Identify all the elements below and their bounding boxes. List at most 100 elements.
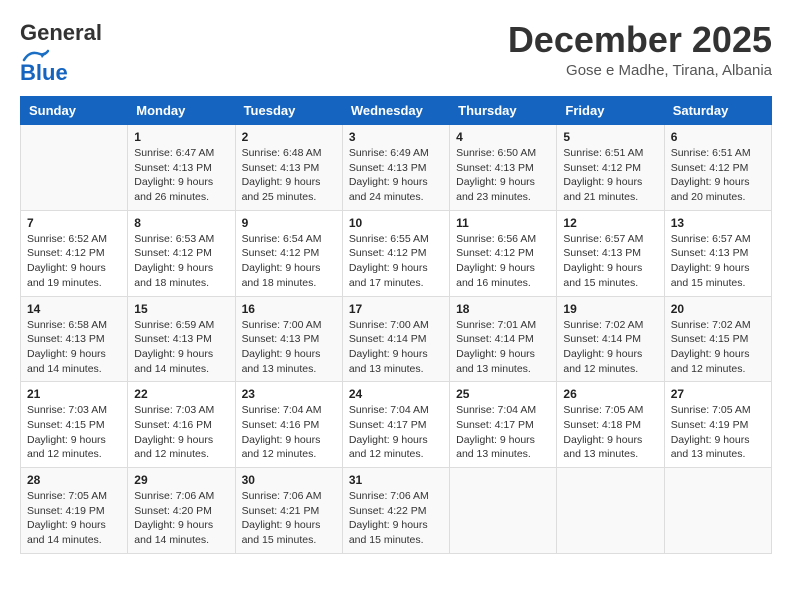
- day-info: Sunrise: 7:05 AMSunset: 4:19 PMDaylight:…: [27, 489, 121, 548]
- day-number: 25: [456, 387, 550, 401]
- day-info: Sunrise: 7:06 AMSunset: 4:22 PMDaylight:…: [349, 489, 443, 548]
- weekday-header-friday: Friday: [557, 97, 664, 125]
- day-number: 3: [349, 130, 443, 144]
- logo-bird-icon: [20, 46, 52, 64]
- day-cell: 15 Sunrise: 6:59 AMSunset: 4:13 PMDayligh…: [128, 296, 235, 382]
- day-number: 20: [671, 302, 765, 316]
- day-cell: 5 Sunrise: 6:51 AMSunset: 4:12 PMDaylight…: [557, 125, 664, 211]
- calendar-body: 1 Sunrise: 6:47 AMSunset: 4:13 PMDaylight…: [21, 125, 772, 554]
- day-info: Sunrise: 6:50 AMSunset: 4:13 PMDaylight:…: [456, 146, 550, 205]
- calendar: SundayMondayTuesdayWednesdayThursdayFrid…: [20, 96, 772, 554]
- day-info: Sunrise: 6:55 AMSunset: 4:12 PMDaylight:…: [349, 232, 443, 291]
- day-number: 1: [134, 130, 228, 144]
- day-info: Sunrise: 7:02 AMSunset: 4:14 PMDaylight:…: [563, 318, 657, 377]
- day-info: Sunrise: 6:56 AMSunset: 4:12 PMDaylight:…: [456, 232, 550, 291]
- day-cell: 14Sunrise: 6:58 AMSunset: 4:13 PMDayligh…: [21, 296, 128, 382]
- day-info: Sunrise: 6:59 AMSunset: 4:13 PMDaylight:…: [134, 318, 228, 377]
- day-number: 4: [456, 130, 550, 144]
- day-cell: [664, 468, 771, 554]
- location: Gose e Madhe, Tirana, Albania: [508, 62, 772, 79]
- day-cell: 24 Sunrise: 7:04 AMSunset: 4:17 PMDayligh…: [342, 382, 449, 468]
- day-info: Sunrise: 7:03 AMSunset: 4:16 PMDaylight:…: [134, 403, 228, 462]
- day-number: 21: [27, 387, 121, 401]
- day-number: 27: [671, 387, 765, 401]
- day-number: 19: [563, 302, 657, 316]
- day-cell: 16Sunrise: 7:00 AMSunset: 4:13 PMDayligh…: [235, 296, 342, 382]
- week-row-2: 7 Sunrise: 6:52 AMSunset: 4:12 PMDaylight…: [21, 210, 772, 296]
- week-row-4: 21 Sunrise: 7:03 AMSunset: 4:15 PMDayligh…: [21, 382, 772, 468]
- weekday-header-monday: Monday: [128, 97, 235, 125]
- day-cell: 19 Sunrise: 7:02 AMSunset: 4:14 PMDayligh…: [557, 296, 664, 382]
- day-info: Sunrise: 6:54 AMSunset: 4:12 PMDaylight:…: [242, 232, 336, 291]
- day-number: 28: [27, 473, 121, 487]
- day-number: 15: [134, 302, 228, 316]
- day-info: Sunrise: 6:58 AMSunset: 4:13 PMDaylight:…: [27, 318, 121, 377]
- day-cell: 13 Sunrise: 6:57 AMSunset: 4:13 PMDayligh…: [664, 210, 771, 296]
- day-number: 23: [242, 387, 336, 401]
- weekday-header-saturday: Saturday: [664, 97, 771, 125]
- day-cell: 27Sunrise: 7:05 AMSunset: 4:19 PMDayligh…: [664, 382, 771, 468]
- day-cell: 8 Sunrise: 6:53 AMSunset: 4:12 PMDaylight…: [128, 210, 235, 296]
- day-number: 18: [456, 302, 550, 316]
- day-number: 26: [563, 387, 657, 401]
- day-info: Sunrise: 6:52 AMSunset: 4:12 PMDaylight:…: [27, 232, 121, 291]
- day-number: 7: [27, 216, 121, 230]
- day-number: 2: [242, 130, 336, 144]
- day-cell: 17Sunrise: 7:00 AMSunset: 4:14 PMDayligh…: [342, 296, 449, 382]
- calendar-header-row: SundayMondayTuesdayWednesdayThursdayFrid…: [21, 97, 772, 125]
- day-info: Sunrise: 6:51 AMSunset: 4:12 PMDaylight:…: [563, 146, 657, 205]
- day-info: Sunrise: 7:04 AMSunset: 4:17 PMDaylight:…: [349, 403, 443, 462]
- week-row-5: 28 Sunrise: 7:05 AMSunset: 4:19 PMDayligh…: [21, 468, 772, 554]
- day-number: 16: [242, 302, 336, 316]
- day-cell: 22 Sunrise: 7:03 AMSunset: 4:16 PMDayligh…: [128, 382, 235, 468]
- day-cell: 23Sunrise: 7:04 AMSunset: 4:16 PMDayligh…: [235, 382, 342, 468]
- day-cell: 20 Sunrise: 7:02 AMSunset: 4:15 PMDayligh…: [664, 296, 771, 382]
- day-cell: 29Sunrise: 7:06 AMSunset: 4:20 PMDayligh…: [128, 468, 235, 554]
- day-info: Sunrise: 7:02 AMSunset: 4:15 PMDaylight:…: [671, 318, 765, 377]
- day-number: 22: [134, 387, 228, 401]
- month-title: December 2025: [508, 20, 772, 60]
- day-info: Sunrise: 7:04 AMSunset: 4:17 PMDaylight:…: [456, 403, 550, 462]
- day-cell: 7 Sunrise: 6:52 AMSunset: 4:12 PMDaylight…: [21, 210, 128, 296]
- day-info: Sunrise: 6:53 AMSunset: 4:12 PMDaylight:…: [134, 232, 228, 291]
- day-number: 5: [563, 130, 657, 144]
- day-cell: [557, 468, 664, 554]
- title-block: December 2025 Gose e Madhe, Tirana, Alba…: [508, 20, 772, 79]
- day-info: Sunrise: 7:01 AMSunset: 4:14 PMDaylight:…: [456, 318, 550, 377]
- day-cell: 26 Sunrise: 7:05 AMSunset: 4:18 PMDayligh…: [557, 382, 664, 468]
- day-cell: [450, 468, 557, 554]
- day-info: Sunrise: 6:51 AMSunset: 4:12 PMDaylight:…: [671, 146, 765, 205]
- day-number: 8: [134, 216, 228, 230]
- day-cell: 2Sunrise: 6:48 AMSunset: 4:13 PMDaylight…: [235, 125, 342, 211]
- day-number: 17: [349, 302, 443, 316]
- day-info: Sunrise: 7:06 AMSunset: 4:21 PMDaylight:…: [242, 489, 336, 548]
- week-row-1: 1 Sunrise: 6:47 AMSunset: 4:13 PMDaylight…: [21, 125, 772, 211]
- day-cell: 10Sunrise: 6:55 AMSunset: 4:12 PMDayligh…: [342, 210, 449, 296]
- day-number: 30: [242, 473, 336, 487]
- logo-general: General: [20, 20, 102, 45]
- day-cell: 11 Sunrise: 6:56 AMSunset: 4:12 PMDayligh…: [450, 210, 557, 296]
- day-cell: [21, 125, 128, 211]
- day-cell: 18 Sunrise: 7:01 AMSunset: 4:14 PMDayligh…: [450, 296, 557, 382]
- day-cell: 9 Sunrise: 6:54 AMSunset: 4:12 PMDaylight…: [235, 210, 342, 296]
- day-cell: 3 Sunrise: 6:49 AMSunset: 4:13 PMDaylight…: [342, 125, 449, 211]
- logo: General Blue: [20, 20, 102, 86]
- day-number: 6: [671, 130, 765, 144]
- day-number: 29: [134, 473, 228, 487]
- weekday-header-tuesday: Tuesday: [235, 97, 342, 125]
- day-cell: 31Sunrise: 7:06 AMSunset: 4:22 PMDayligh…: [342, 468, 449, 554]
- weekday-header-thursday: Thursday: [450, 97, 557, 125]
- day-info: Sunrise: 7:05 AMSunset: 4:18 PMDaylight:…: [563, 403, 657, 462]
- day-info: Sunrise: 7:03 AMSunset: 4:15 PMDaylight:…: [27, 403, 121, 462]
- day-cell: 28 Sunrise: 7:05 AMSunset: 4:19 PMDayligh…: [21, 468, 128, 554]
- day-cell: 12Sunrise: 6:57 AMSunset: 4:13 PMDayligh…: [557, 210, 664, 296]
- day-info: Sunrise: 6:57 AMSunset: 4:13 PMDaylight:…: [563, 232, 657, 291]
- day-info: Sunrise: 6:49 AMSunset: 4:13 PMDaylight:…: [349, 146, 443, 205]
- day-info: Sunrise: 6:57 AMSunset: 4:13 PMDaylight:…: [671, 232, 765, 291]
- weekday-header-wednesday: Wednesday: [342, 97, 449, 125]
- day-info: Sunrise: 6:47 AMSunset: 4:13 PMDaylight:…: [134, 146, 228, 205]
- day-number: 24: [349, 387, 443, 401]
- day-number: 13: [671, 216, 765, 230]
- day-number: 9: [242, 216, 336, 230]
- day-number: 11: [456, 216, 550, 230]
